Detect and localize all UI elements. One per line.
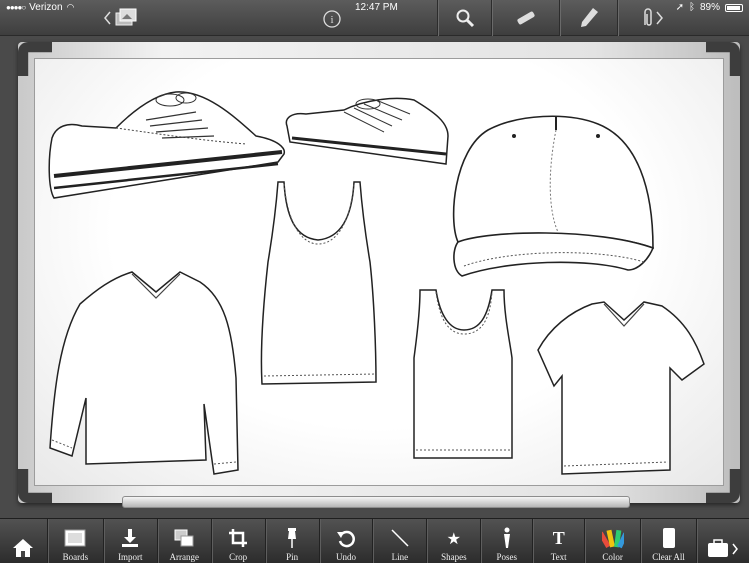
- bluetooth-icon: ᛒ: [688, 2, 695, 13]
- undo-button[interactable]: Undo: [320, 519, 374, 563]
- crop-button[interactable]: Crop: [212, 519, 266, 563]
- boards-icon: [63, 526, 87, 550]
- paperclip-forward-icon[interactable]: [630, 0, 672, 36]
- status-right: ➚ ᛒ 89%: [676, 2, 743, 13]
- sneaker-right-image[interactable]: [284, 92, 452, 166]
- color-button[interactable]: Color: [585, 519, 642, 563]
- color-fan-icon: [601, 526, 624, 550]
- line-icon: [390, 526, 410, 550]
- eraser-icon: [660, 526, 678, 550]
- undo-icon: [336, 526, 356, 550]
- sneaker-left-image[interactable]: [46, 88, 288, 203]
- wifi-icon: ◠: [66, 2, 75, 12]
- search-icon[interactable]: [440, 0, 490, 36]
- home-button[interactable]: [0, 519, 48, 563]
- bottom-toolbar: Boards Import Arrange Crop Pin Undo Line…: [0, 518, 749, 563]
- top-toolbar: ●●●●○ Verizon ◠ 12:47 PM ➚ ᛒ 89% i: [0, 0, 749, 36]
- marker-tray: [122, 496, 630, 508]
- photos-back-icon[interactable]: [96, 0, 144, 36]
- briefcase-button[interactable]: [697, 519, 749, 563]
- battery-percent: 89%: [699, 2, 720, 13]
- clear-all-button[interactable]: Clear All: [641, 519, 698, 563]
- import-label: Import: [118, 552, 143, 562]
- svg-text:i: i: [330, 14, 333, 26]
- pin-label: Pin: [286, 552, 299, 562]
- crop-icon: [228, 526, 248, 550]
- boards-label: Boards: [62, 552, 89, 562]
- text-label: Text: [550, 552, 567, 562]
- pencil-icon[interactable]: [566, 0, 612, 36]
- info-icon[interactable]: i: [318, 0, 346, 36]
- tank-top-women-image[interactable]: [258, 178, 380, 386]
- baseball-cap-image[interactable]: [448, 110, 658, 282]
- tshirt-vneck-image[interactable]: [536, 298, 706, 476]
- text-icon: T: [552, 527, 565, 548]
- text-button[interactable]: T Text: [533, 519, 586, 563]
- pose-icon: [501, 526, 513, 550]
- poses-button[interactable]: Poses: [481, 519, 534, 563]
- import-button[interactable]: Import: [104, 519, 158, 563]
- undo-label: Undo: [336, 552, 356, 562]
- shapes-label: Shapes: [441, 552, 467, 562]
- pin-button[interactable]: Pin: [266, 519, 320, 563]
- import-icon: [120, 526, 140, 550]
- location-icon: ➚: [675, 2, 684, 13]
- marker-icon[interactable]: [500, 0, 552, 36]
- boards-button[interactable]: Boards: [48, 519, 104, 563]
- star-icon: ★: [446, 528, 462, 548]
- status-time: 12:47 PM: [355, 2, 398, 13]
- arrange-label: Arrange: [169, 552, 199, 562]
- home-icon: [12, 536, 34, 560]
- carrier-label: Verizon: [29, 2, 63, 13]
- line-label: Line: [391, 552, 409, 562]
- pin-icon: [284, 526, 300, 550]
- clear-all-label: Clear All: [652, 552, 685, 562]
- crop-label: Crop: [229, 552, 248, 562]
- color-label: Color: [602, 552, 623, 562]
- long-sleeve-vneck-image[interactable]: [46, 268, 241, 480]
- briefcase-icon: [706, 536, 740, 560]
- signal-icon: ●●●●○: [6, 3, 26, 12]
- battery-icon: [725, 3, 743, 12]
- shapes-button[interactable]: ★ Shapes: [427, 519, 482, 563]
- status-carrier: ●●●●○ Verizon ◠: [6, 2, 74, 13]
- arrange-icon: [173, 526, 195, 550]
- arrange-button[interactable]: Arrange: [158, 519, 212, 563]
- tank-top-men-image[interactable]: [406, 286, 518, 462]
- poses-label: Poses: [496, 552, 518, 562]
- line-button[interactable]: Line: [373, 519, 428, 563]
